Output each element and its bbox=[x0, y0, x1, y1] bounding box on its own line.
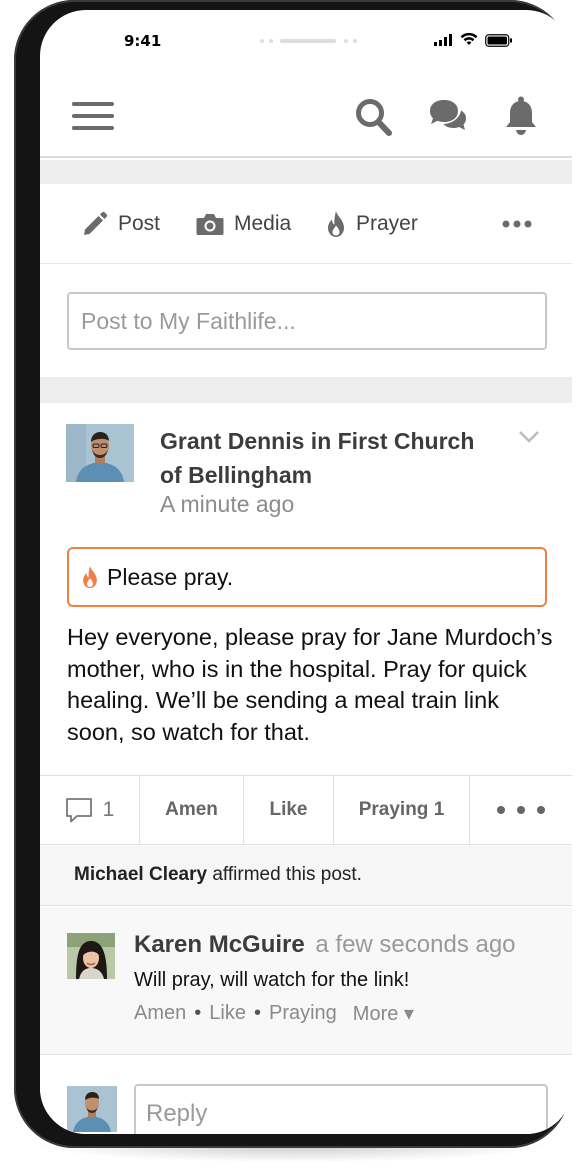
comment-amen-link[interactable]: Amen bbox=[134, 1002, 186, 1025]
praying-label: Praying 1 bbox=[358, 799, 445, 820]
camera-icon bbox=[196, 214, 224, 235]
ellipsis-icon bbox=[497, 806, 545, 814]
post-action-label: Post bbox=[118, 212, 161, 235]
composer bbox=[40, 265, 572, 377]
section-divider bbox=[40, 160, 572, 184]
media-action-button[interactable]: Media bbox=[196, 184, 291, 264]
chevron-down-icon[interactable] bbox=[518, 430, 540, 444]
status-bar: 9:41 bbox=[40, 10, 572, 70]
bullet-separator: • bbox=[253, 1002, 261, 1024]
commenter-name[interactable]: Karen McGuire bbox=[134, 931, 305, 958]
cellular-signal-icon bbox=[434, 34, 452, 46]
reply-input[interactable] bbox=[134, 1084, 548, 1134]
notch-bar bbox=[280, 39, 336, 43]
comment: Karen McGuire a few seconds ago Will pra… bbox=[40, 907, 572, 1055]
comment-praying-link[interactable]: Praying bbox=[269, 1002, 337, 1025]
affirmer-name[interactable]: Michael Cleary bbox=[74, 864, 207, 885]
pencil-icon bbox=[84, 211, 108, 235]
menu-icon[interactable] bbox=[72, 100, 114, 132]
like-label: Like bbox=[269, 799, 308, 820]
affirmation-notice: Michael Cleary affirmed this post. bbox=[40, 846, 572, 906]
prayer-callout: Please pray. bbox=[67, 547, 547, 607]
top-nav-bar bbox=[40, 70, 572, 158]
comment-more-dropdown[interactable]: More ▾ bbox=[353, 1001, 414, 1026]
chat-icon[interactable] bbox=[428, 98, 468, 136]
reply-composer bbox=[40, 1056, 572, 1134]
section-divider bbox=[40, 377, 572, 403]
prayer-callout-text: Please pray. bbox=[107, 563, 234, 590]
flame-icon bbox=[83, 565, 97, 589]
prayer-action-button[interactable]: Prayer bbox=[326, 184, 418, 264]
composer-actions: Post Media Prayer bbox=[40, 184, 572, 264]
post-author[interactable]: Grant Dennis in First Church of Bellingh… bbox=[160, 424, 490, 492]
post-input[interactable] bbox=[67, 292, 547, 350]
post-timestamp[interactable]: A minute ago bbox=[160, 491, 294, 518]
media-action-label: Media bbox=[234, 212, 292, 235]
current-user-avatar bbox=[67, 1086, 117, 1132]
author-avatar[interactable] bbox=[66, 424, 134, 482]
post-body: Hey everyone, please pray for Jane Murdo… bbox=[67, 624, 553, 745]
app-screen: 9:41 Post Media Prayer Post to My Faithl… bbox=[40, 10, 572, 1134]
affirmation-text: affirmed this post. bbox=[212, 864, 362, 885]
like-button[interactable]: Like bbox=[244, 776, 334, 844]
more-options-button[interactable] bbox=[470, 776, 572, 844]
comment-text: Will pray, will watch for the link! bbox=[134, 969, 410, 991]
wifi-icon bbox=[460, 32, 478, 45]
status-time: 9:41 bbox=[124, 32, 162, 50]
comment-icon bbox=[65, 798, 92, 823]
comment-actions: Amen • Like • Praying More ▾ bbox=[134, 1001, 414, 1026]
reactions-bar: 1 Amen Like Praying 1 bbox=[40, 775, 572, 845]
search-icon[interactable] bbox=[355, 98, 393, 138]
commenter-avatar[interactable] bbox=[67, 933, 115, 979]
amen-label: Amen bbox=[165, 799, 218, 820]
bullet-separator: • bbox=[194, 1002, 202, 1024]
comment-like-link[interactable]: Like bbox=[209, 1002, 246, 1025]
comment-button[interactable]: 1 bbox=[40, 776, 140, 844]
prayer-action-label: Prayer bbox=[356, 212, 418, 235]
post-action-button[interactable]: Post bbox=[82, 184, 160, 264]
ellipsis-icon[interactable] bbox=[502, 220, 532, 228]
comment-count: 1 bbox=[102, 798, 115, 821]
praying-button[interactable]: Praying 1 bbox=[334, 776, 470, 844]
battery-icon bbox=[485, 34, 512, 47]
amen-button[interactable]: Amen bbox=[140, 776, 244, 844]
phone-frame: 9:41 Post Media Prayer Post to My Faithl… bbox=[14, 0, 572, 1148]
bell-icon[interactable] bbox=[504, 96, 538, 136]
comment-timestamp: a few seconds ago bbox=[315, 931, 516, 958]
flame-icon bbox=[328, 211, 344, 237]
